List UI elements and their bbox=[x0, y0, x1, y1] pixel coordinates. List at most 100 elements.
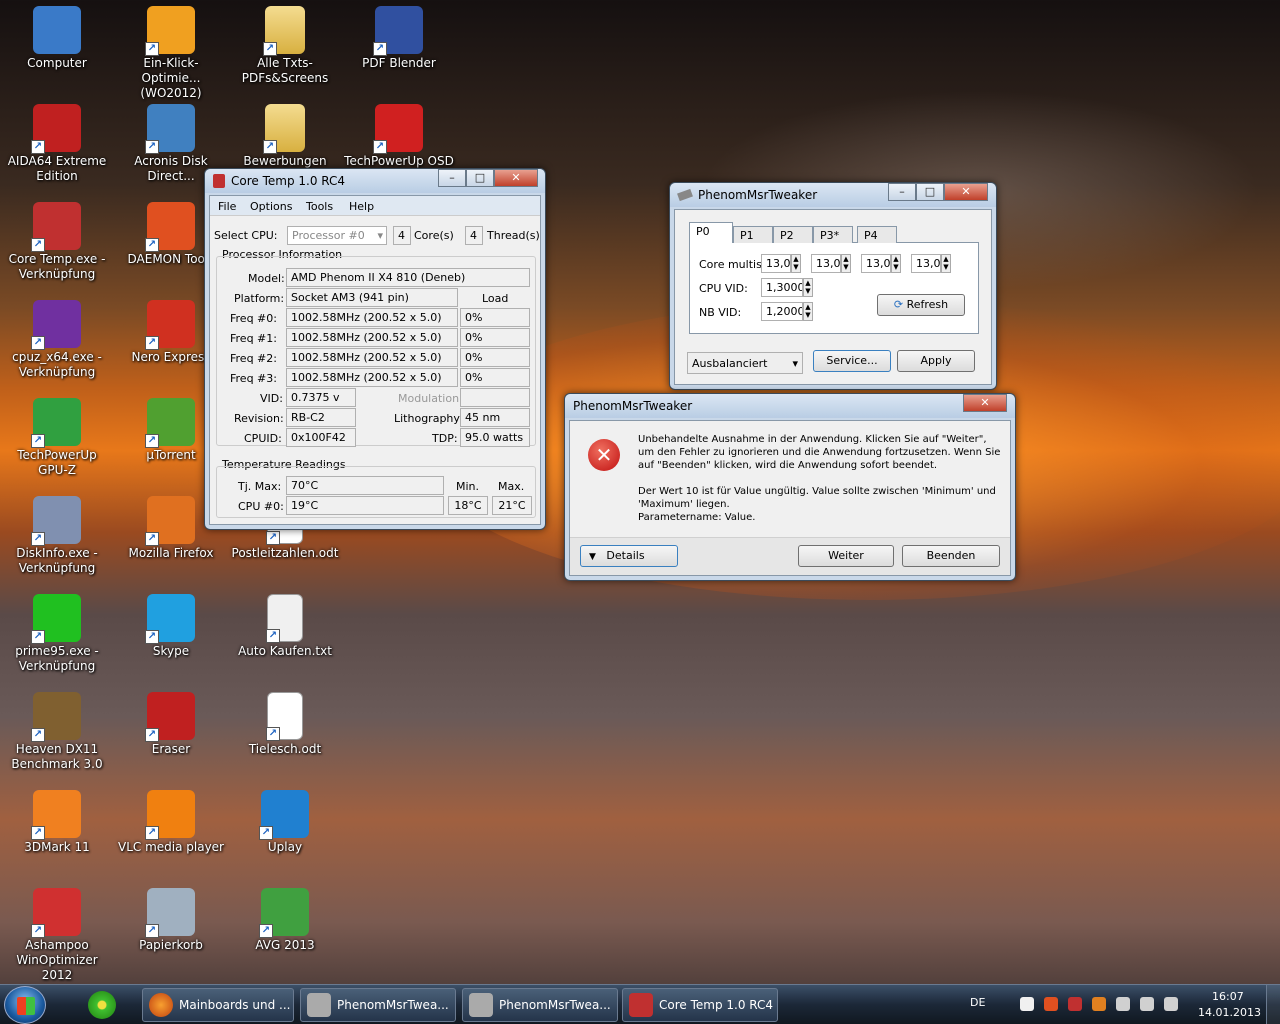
desktop-icon[interactable]: ↗ Papierkorb bbox=[116, 888, 226, 953]
profile-select[interactable]: Ausbalanciert ▾ bbox=[687, 352, 803, 374]
speaker-icon[interactable] bbox=[1140, 997, 1154, 1011]
desktop-icon[interactable]: Computer bbox=[2, 6, 112, 71]
show-desktop-button[interactable] bbox=[1266, 985, 1280, 1024]
desktop-icon-label: TechPowerUp GPU-Z bbox=[17, 448, 97, 477]
power-icon[interactable] bbox=[1116, 997, 1130, 1011]
cpu-vid-input[interactable]: 1,3000 bbox=[761, 278, 803, 297]
desktop-icon-label: Auto Kaufen.txt bbox=[238, 644, 332, 658]
error-line4: Der Wert 10 ist für Value ungültig. Valu… bbox=[638, 486, 996, 497]
tweaker-client: P0 P1 P2 P3* P4 Core multis: 13,0 ▲ ▼ 13,0 ▲ ▼ 13,… bbox=[674, 209, 992, 385]
desktop-icon[interactable]: ↗ prime95.exe - Verknüpfung bbox=[2, 594, 112, 674]
cpu-vid-stepper[interactable]: ▲ ▼ bbox=[803, 278, 813, 297]
error-client: ✕ Unbehandelte Ausnahme in der Anwendung… bbox=[569, 420, 1011, 576]
tab-p1[interactable]: P1 bbox=[733, 226, 773, 243]
close-button[interactable]: ✕ bbox=[944, 183, 988, 201]
daemon-tray-icon[interactable] bbox=[1068, 997, 1082, 1011]
minimize-button[interactable]: – bbox=[438, 169, 466, 187]
desktop-icon-label: Uplay bbox=[267, 840, 303, 854]
clock-time[interactable]: 16:07 bbox=[1212, 990, 1244, 1003]
coretemp-window[interactable]: Core Temp 1.0 RC4 – □ ✕ File Options Too… bbox=[204, 168, 546, 530]
shortcut-arrow-icon: ↗ bbox=[263, 42, 277, 56]
desktop-icon[interactable]: ↗ 3DMark 11 bbox=[2, 790, 112, 855]
core-multi-stepper[interactable]: ▲ ▼ bbox=[891, 254, 901, 273]
maximize-button[interactable]: □ bbox=[466, 169, 494, 187]
nb-vid-stepper[interactable]: ▲ ▼ bbox=[803, 302, 813, 321]
diskinfo-icon: ↗ bbox=[31, 496, 81, 546]
core-multi-stepper[interactable]: ▲ ▼ bbox=[941, 254, 951, 273]
beenden-button[interactable]: Beenden bbox=[902, 545, 1000, 567]
minimize-button[interactable]: – bbox=[888, 183, 916, 201]
coretemp-title: Core Temp 1.0 RC4 bbox=[231, 174, 346, 188]
desktop-icon[interactable]: ↗ AVG 2013 bbox=[230, 888, 340, 953]
error-dialog[interactable]: PhenomMsrTweaker ✕ ✕ Unbehandelte Ausnah… bbox=[564, 393, 1016, 581]
taskbar-tweaker-2[interactable]: PhenomMsrTwea... bbox=[462, 988, 618, 1022]
desktop-icon[interactable]: ↗ cpuz_x64.exe - Verknüpfung bbox=[2, 300, 112, 380]
core-multi-input[interactable]: 13,0 bbox=[861, 254, 891, 273]
desktop-icon[interactable]: ↗ VLC media player bbox=[116, 790, 226, 855]
taskbar-firefox[interactable]: Mainboards und ... bbox=[142, 988, 294, 1022]
desktop-icon[interactable]: ↗ DiskInfo.exe - Verknüpfung bbox=[2, 496, 112, 576]
shortcut-arrow-icon: ↗ bbox=[31, 336, 45, 350]
desktop-icon-label: Ein-Klick-Optimie... (WO2012) bbox=[140, 56, 202, 100]
menu-options[interactable]: Options bbox=[250, 200, 292, 213]
taskbar-coretemp[interactable]: Core Temp 1.0 RC4 bbox=[622, 988, 778, 1022]
tab-p4[interactable]: P4 bbox=[857, 226, 897, 243]
taskbar-tweaker-1[interactable]: PhenomMsrTwea... bbox=[300, 988, 456, 1022]
maximize-button[interactable]: □ bbox=[916, 183, 944, 201]
service-button[interactable]: Service... bbox=[813, 350, 891, 372]
details-button[interactable]: ▼ Details bbox=[580, 545, 678, 567]
desktop-icon[interactable]: ↗ Alle Txts-PDFs&Screens bbox=[230, 6, 340, 86]
tab-p0[interactable]: P0 bbox=[689, 222, 733, 243]
start-button[interactable] bbox=[4, 986, 46, 1024]
avg-tray-icon[interactable] bbox=[1092, 997, 1106, 1011]
tab-p2[interactable]: P2 bbox=[773, 226, 813, 243]
icq-icon[interactable] bbox=[88, 991, 116, 1019]
desktop-icon[interactable]: ↗ Auto Kaufen.txt bbox=[230, 594, 340, 659]
desktop-icon[interactable]: ↗ Core Temp.exe - Verknüpfung bbox=[2, 202, 112, 282]
desktop-icon[interactable]: ↗ AIDA64 Extreme Edition bbox=[2, 104, 112, 184]
core-multi-stepper[interactable]: ▲ ▼ bbox=[791, 254, 801, 273]
close-button[interactable]: ✕ bbox=[963, 394, 1007, 412]
shortcut-arrow-icon: ↗ bbox=[31, 728, 45, 742]
tab-p3-star[interactable]: P3* bbox=[813, 226, 853, 243]
menu-file[interactable]: File bbox=[218, 200, 236, 213]
error-line3: auf "Beenden" klicken, wird die Anwendun… bbox=[638, 460, 938, 471]
desktop-icon[interactable]: ↗ Eraser bbox=[116, 692, 226, 757]
core-multi-input[interactable]: 13,0 bbox=[911, 254, 941, 273]
language-indicator[interactable]: DE bbox=[970, 996, 985, 1009]
desktop-icon[interactable]: ↗ TechPowerUp OSD bbox=[344, 104, 454, 169]
tweaker-window[interactable]: PhenomMsrTweaker – □ ✕ P0 P1 P2 P3* P4 Core … bbox=[669, 182, 997, 390]
menu-tools[interactable]: Tools bbox=[306, 200, 333, 213]
taskbar: Mainboards und ... PhenomMsrTwea... Phen… bbox=[0, 984, 1280, 1024]
menu-help[interactable]: Help bbox=[349, 200, 374, 213]
close-button[interactable]: ✕ bbox=[494, 169, 538, 187]
clock-date[interactable]: 14.01.2013 bbox=[1198, 1006, 1261, 1019]
apply-button[interactable]: Apply bbox=[897, 350, 975, 372]
thermometer-icon bbox=[213, 174, 225, 188]
desktop-icon[interactable]: ↗ Ashampoo WinOptimizer 2012 bbox=[2, 888, 112, 983]
processor-select[interactable]: Processor #0 ▾ bbox=[287, 226, 387, 245]
desktop-icon-label: prime95.exe - Verknüpfung bbox=[15, 644, 99, 673]
desktop-icon[interactable]: ↗ PDF Blender bbox=[344, 6, 454, 71]
max-label: Max. bbox=[498, 480, 525, 493]
desktop-icon[interactable]: ↗ Uplay bbox=[230, 790, 340, 855]
core-multi-input[interactable]: 13,0 bbox=[761, 254, 791, 273]
freq-label: Freq #0: bbox=[230, 312, 277, 325]
network-icon[interactable] bbox=[1044, 997, 1058, 1011]
error-titlebar[interactable]: PhenomMsrTweaker bbox=[565, 394, 1015, 418]
desktop-icon[interactable]: ↗ TechPowerUp GPU-Z bbox=[2, 398, 112, 478]
core-multi-stepper[interactable]: ▲ ▼ bbox=[841, 254, 851, 273]
desktop-icon-label: Eraser bbox=[151, 742, 191, 756]
desktop-icon[interactable]: ↗ Tielesch.odt bbox=[230, 692, 340, 757]
refresh-button[interactable]: ⟳ Refresh bbox=[877, 294, 965, 316]
action-center-icon[interactable] bbox=[1164, 997, 1178, 1011]
nb-vid-input[interactable]: 1,2000 bbox=[761, 302, 803, 321]
core-multi-input[interactable]: 13,0 bbox=[811, 254, 841, 273]
tjmax-field: 70°C bbox=[286, 476, 444, 495]
desktop-icon[interactable]: ↗ Skype bbox=[116, 594, 226, 659]
weiter-button[interactable]: Weiter bbox=[798, 545, 894, 567]
desktop-icon[interactable]: ↗ Heaven DX11 Benchmark 3.0 bbox=[2, 692, 112, 772]
desktop-icon[interactable]: ↗ Ein-Klick-Optimie... (WO2012) bbox=[116, 6, 226, 101]
shortcut-arrow-icon: ↗ bbox=[259, 924, 273, 938]
flag-icon[interactable] bbox=[1020, 997, 1034, 1011]
